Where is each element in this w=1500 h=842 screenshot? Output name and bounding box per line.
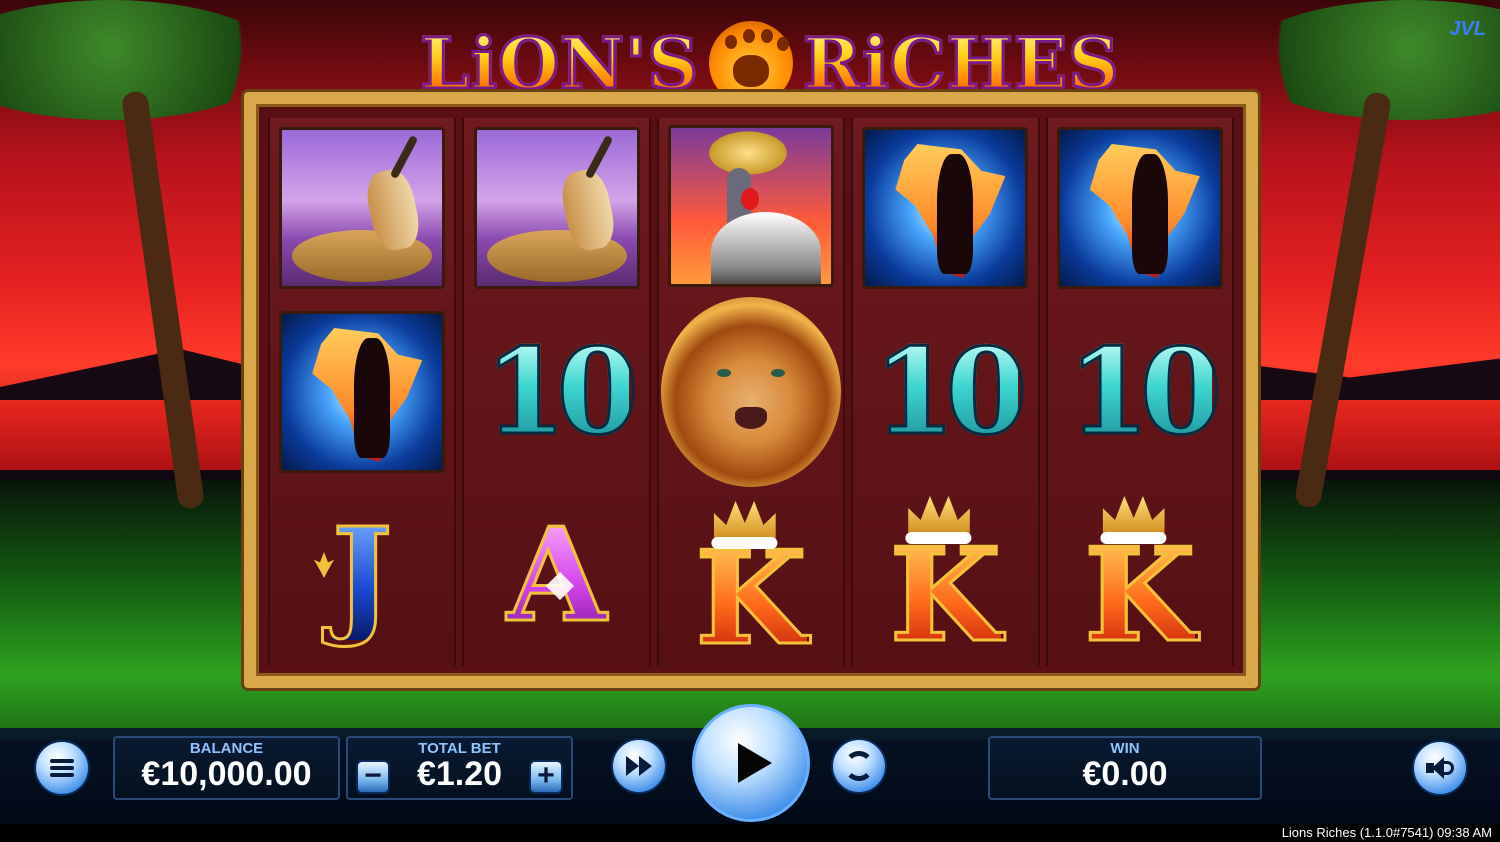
reel-4: 10 K (851, 118, 1040, 666)
reel-5: 10 K (1045, 118, 1235, 666)
reel-1: J (268, 118, 457, 666)
crowned-crane-symbol (668, 124, 835, 287)
crown-icon (713, 501, 776, 541)
total-bet-display: TOTAL BET €1.20 − + (346, 736, 573, 800)
gazelle-symbol (279, 127, 446, 289)
reel-5-row-3: K (1048, 486, 1232, 666)
reel-4-row-1 (853, 118, 1037, 298)
k-symbol: K (1083, 521, 1197, 671)
balance-value: €10,000.00 (141, 755, 312, 793)
menu-icon (50, 759, 74, 777)
africa-symbol (862, 127, 1029, 289)
reel-3-row-1 (659, 118, 843, 293)
crown-band (1100, 532, 1167, 544)
win-display: WIN €0.00 (988, 736, 1262, 800)
reel-2-row-2: 10 (464, 302, 648, 482)
win-value: €0.00 (1082, 755, 1168, 793)
ten-symbol: 10 (1066, 322, 1223, 461)
crown-icon (908, 496, 971, 536)
reel-3-row-3: K (659, 491, 843, 666)
ten-symbol: 10 (483, 322, 640, 461)
crown-icon (1102, 496, 1165, 536)
acacia-tree-right (1240, 0, 1500, 520)
reel-4-row-3: K (853, 486, 1037, 666)
crown-band (905, 532, 972, 544)
version-text: Lions Riches (1.1.0#7541) 09:38 AM (1281, 825, 1492, 840)
reel-grid: J 10 A (268, 118, 1235, 666)
reel-1-row-3: J (270, 486, 454, 666)
menu-button[interactable] (34, 740, 90, 796)
gazelle-symbol (473, 127, 640, 289)
k-symbol: K (694, 523, 808, 674)
reel-2-row-1 (464, 118, 648, 298)
brand-logo: JVL (1449, 18, 1486, 40)
reel-1-row-1 (270, 118, 454, 298)
africa-symbol (1056, 127, 1223, 289)
reel-3: K (656, 118, 846, 666)
fast-forward-icon (626, 756, 652, 776)
crown-band (711, 537, 778, 549)
reel-3-row-2 (659, 297, 843, 487)
lion-wild-symbol (661, 297, 842, 487)
footer-strip (0, 824, 1500, 842)
turbo-button[interactable] (611, 738, 667, 794)
reel-2: 10 A (462, 118, 651, 666)
reel-5-row-1 (1048, 118, 1232, 298)
reel-4-row-2: 10 (853, 302, 1037, 482)
sound-button[interactable] (1412, 740, 1468, 796)
autoplay-cycle-icon (844, 751, 874, 781)
k-symbol: K (888, 521, 1002, 671)
ten-symbol: 10 (872, 322, 1029, 461)
j-symbol: J (330, 501, 394, 651)
decrease-bet-button[interactable]: − (356, 760, 390, 794)
reel-1-row-2 (270, 302, 454, 482)
spin-button[interactable] (692, 704, 810, 822)
autoplay-button[interactable] (831, 738, 887, 794)
acacia-tree-left (0, 0, 280, 520)
speaker-icon (1426, 757, 1454, 779)
reel-5-row-2: 10 (1048, 302, 1232, 482)
africa-symbol (279, 311, 446, 473)
balance-display: BALANCE €10,000.00 (113, 736, 340, 800)
reel-2-row-3: A (464, 486, 648, 666)
play-icon (738, 743, 772, 783)
increase-bet-button[interactable]: + (529, 760, 563, 794)
